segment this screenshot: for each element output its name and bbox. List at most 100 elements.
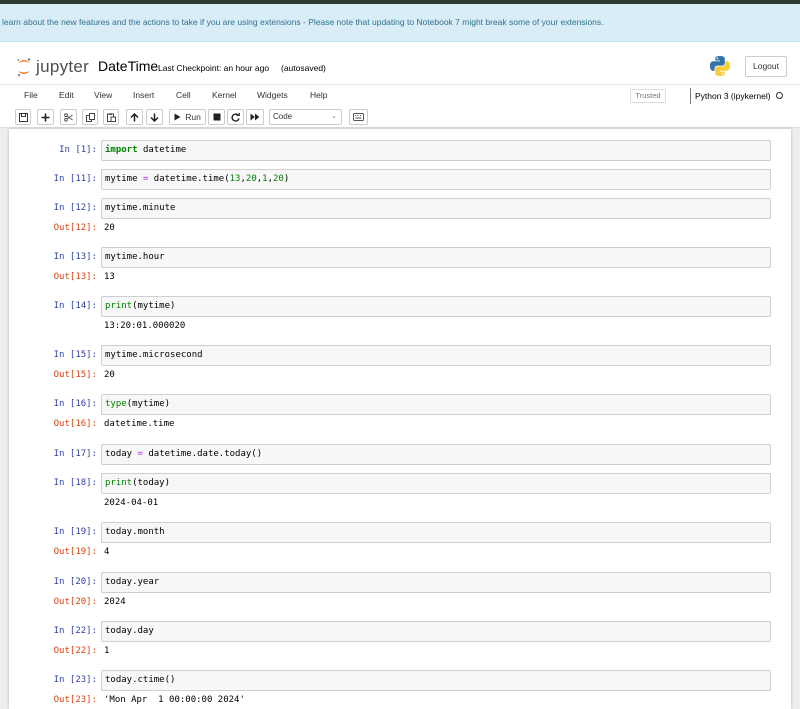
code-input[interactable]: print(today)	[101, 473, 771, 494]
menu-file[interactable]: File	[24, 90, 38, 100]
code-token: today.ctime()	[105, 675, 176, 685]
menu-view[interactable]: View	[94, 90, 112, 100]
cell-output: 'Mon Apr 1 00:00:00 2024'	[104, 695, 245, 705]
input-prompt: In [11]:	[53, 174, 97, 184]
cell-type-value: Code	[273, 112, 293, 121]
code-token: today.day	[105, 626, 154, 636]
code-input[interactable]: mytime.microsecond	[101, 345, 771, 366]
code-token: (mytime)	[132, 301, 176, 311]
move-down-button[interactable]	[146, 109, 163, 125]
menu-help[interactable]: Help	[310, 90, 327, 100]
input-prompt: In [17]:	[53, 449, 97, 459]
play-icon	[174, 113, 181, 121]
stop-icon	[213, 113, 220, 121]
input-prompt: In [15]:	[53, 350, 97, 360]
code-token: )	[283, 174, 290, 184]
code-token: type	[105, 399, 127, 409]
code-token: mytime.minute	[105, 203, 176, 213]
save-icon	[18, 112, 28, 122]
banner-text: learn about the new features and the act…	[2, 17, 604, 27]
checkpoint-status: Last Checkpoint: an hour ago	[158, 63, 270, 73]
code-input[interactable]: today = datetime.date.today()	[101, 444, 771, 465]
output-prompt: Out[20]:	[53, 597, 97, 607]
interrupt-button[interactable]	[208, 109, 225, 125]
code-token: 13	[229, 174, 241, 184]
trusted-indicator[interactable]: Trusted	[630, 89, 666, 103]
jupyter-logo-icon	[17, 58, 31, 77]
code-input[interactable]: mytime = datetime.time(13,20,1,20)	[101, 169, 771, 190]
menu-kernel[interactable]: Kernel	[212, 90, 237, 100]
cell-output: 13:20:01.000020	[104, 321, 186, 331]
restart-run-all-button[interactable]	[246, 109, 264, 125]
code-input[interactable]: mytime.hour	[101, 247, 771, 268]
kernel-status[interactable]: Python 3 (ipykernel)	[690, 88, 783, 104]
jupyter-logo[interactable]: jupyter	[16, 56, 89, 78]
menu-edit[interactable]: Edit	[59, 90, 74, 100]
code-token: =	[137, 449, 143, 459]
input-prompt: In [22]:	[53, 626, 97, 636]
chevron-down-icon: ⌄	[331, 113, 337, 120]
toolbar: Run Code ⌄	[0, 106, 800, 128]
run-button[interactable]: Run	[169, 109, 206, 125]
cut-button[interactable]	[60, 109, 77, 125]
fast-forward-icon	[250, 113, 260, 121]
logout-button[interactable]: Logout	[745, 56, 787, 77]
python-icon	[709, 55, 731, 82]
notebook-name[interactable]: DateTime	[98, 58, 158, 74]
code-token: mytime	[105, 174, 143, 184]
input-prompt: In [16]:	[53, 399, 97, 409]
code-token: mytime.microsecond	[105, 350, 203, 360]
input-prompt: In [20]:	[53, 577, 97, 587]
insert-cell-button[interactable]	[37, 109, 54, 125]
keyboard-icon	[353, 113, 364, 121]
code-token: (today)	[132, 478, 171, 488]
input-prompt: In [13]:	[53, 252, 97, 262]
cell-type-select[interactable]: Code ⌄	[269, 109, 342, 125]
cell-output: 20	[104, 370, 115, 380]
input-prompt: In [1]:	[59, 145, 97, 155]
paste-button[interactable]	[103, 109, 119, 125]
cell-output: 13	[104, 272, 115, 282]
output-prompt: Out[13]:	[53, 272, 97, 282]
code-token: datetime.date.today()	[148, 449, 263, 459]
code-input[interactable]: today.month	[101, 522, 771, 543]
menu-widgets[interactable]: Widgets	[257, 90, 288, 100]
output-prompt: Out[16]:	[53, 419, 97, 429]
restart-button[interactable]	[227, 109, 244, 125]
output-prompt: Out[22]:	[53, 646, 97, 656]
kernel-idle-icon	[775, 92, 783, 100]
cell-output: 20	[104, 223, 115, 233]
input-prompt: In [18]:	[53, 478, 97, 488]
arrow-up-icon	[130, 112, 139, 121]
input-prompt: In [23]:	[53, 675, 97, 685]
run-label: Run	[185, 112, 201, 122]
input-prompt: In [19]:	[53, 527, 97, 537]
code-token: =	[142, 174, 149, 184]
move-up-button[interactable]	[126, 109, 143, 125]
output-prompt: Out[15]:	[53, 370, 97, 380]
code-input[interactable]: today.year	[101, 572, 771, 593]
code-input[interactable]: import datetime	[101, 140, 771, 161]
input-prompt: In [12]:	[53, 203, 97, 213]
save-button[interactable]	[15, 109, 31, 125]
code-token: today.month	[105, 527, 165, 537]
cell-output: 2024-04-01	[104, 498, 159, 508]
code-token: 20	[245, 174, 257, 184]
cell-output: 2024	[104, 597, 126, 607]
output-prompt: Out[12]:	[53, 223, 97, 233]
menu-cell[interactable]: Cell	[176, 90, 191, 100]
kernel-name: Python 3 (ipykernel)	[695, 91, 771, 101]
copy-button[interactable]	[82, 109, 98, 125]
code-input[interactable]: today.day	[101, 621, 771, 642]
cell-output: 4	[104, 547, 110, 557]
code-token: datetime.time(	[153, 174, 230, 184]
code-input[interactable]: print(mytime)	[101, 296, 771, 317]
command-palette-button[interactable]	[349, 109, 368, 125]
code-input[interactable]: type(mytime)	[101, 394, 771, 415]
menu-insert[interactable]: Insert	[133, 90, 154, 100]
code-token: print	[105, 301, 133, 311]
restart-icon	[231, 112, 240, 122]
code-token: today.year	[105, 577, 160, 587]
code-input[interactable]: today.ctime()	[101, 670, 771, 691]
code-input[interactable]: mytime.minute	[101, 198, 771, 219]
